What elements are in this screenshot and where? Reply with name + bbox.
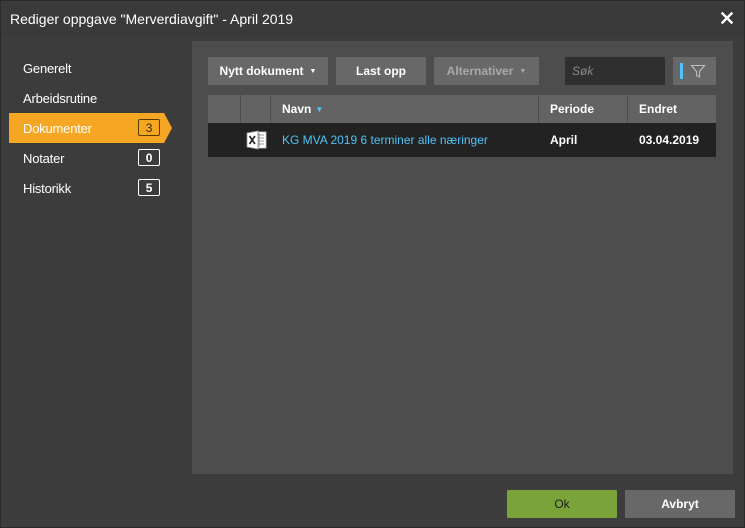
table-header: Navn ▼ Periode Endret	[208, 95, 716, 123]
sidebar-item-label: Generelt	[23, 60, 72, 76]
close-icon[interactable]	[720, 11, 734, 25]
ok-button[interactable]: Ok	[507, 490, 617, 518]
sidebar-item-label: Dokumenter	[23, 120, 92, 136]
sidebar-item-label: Notater	[23, 150, 65, 166]
excel-icon	[246, 130, 267, 150]
cancel-button[interactable]: Avbryt	[625, 490, 735, 518]
row-period-cell: April	[539, 123, 628, 157]
filter-button[interactable]	[673, 57, 716, 85]
sidebar: Generelt Arbeidsrutine Dokumenter 3 Nota…	[1, 53, 181, 203]
count-badge: 5	[138, 179, 160, 196]
sidebar-item-label: Historikk	[23, 180, 72, 196]
column-header-changed[interactable]: Endret	[628, 95, 716, 123]
new-document-label: Nytt dokument	[219, 64, 304, 78]
dialog-titlebar: Rediger oppgave "Merverdiavgift" - April…	[1, 1, 744, 37]
filter-icon	[690, 64, 706, 78]
sidebar-item-arbeidsrutine[interactable]: Arbeidsrutine	[1, 83, 164, 113]
column-header-type[interactable]	[241, 95, 271, 123]
ok-label: Ok	[554, 497, 570, 511]
sidebar-item-label: Arbeidsrutine	[23, 90, 97, 106]
sidebar-item-dokumenter[interactable]: Dokumenter 3	[9, 113, 172, 143]
cancel-label: Avbryt	[661, 497, 699, 511]
alternatives-button[interactable]: Alternativer ▼	[434, 57, 539, 85]
count-badge: 0	[138, 149, 160, 166]
upload-label: Last opp	[356, 64, 406, 78]
sidebar-item-generelt[interactable]: Generelt	[1, 53, 164, 83]
upload-button[interactable]: Last opp	[336, 57, 426, 85]
row-select-cell[interactable]	[208, 123, 241, 157]
caret-down-icon: ▼	[309, 67, 317, 75]
document-link[interactable]: KG MVA 2019 6 terminer alle næringer	[282, 133, 488, 147]
column-header-name[interactable]: Navn ▼	[271, 95, 539, 123]
count-badge: 3	[138, 119, 160, 136]
column-header-period[interactable]: Periode	[539, 95, 628, 123]
table-row[interactable]: KG MVA 2019 6 terminer alle næringer Apr…	[208, 123, 716, 157]
sort-desc-icon: ▼	[315, 104, 324, 114]
sidebar-item-notater[interactable]: Notater 0	[1, 143, 164, 173]
period-value: April	[550, 133, 578, 147]
documents-table: Navn ▼ Periode Endret KG MVA 2019 6 term…	[208, 95, 716, 157]
row-name-cell[interactable]: KG MVA 2019 6 terminer alle næringer	[271, 123, 539, 157]
caret-down-icon: ▼	[519, 67, 527, 75]
row-changed-cell: 03.04.2019	[628, 123, 716, 157]
alternatives-label: Alternativer	[446, 64, 514, 78]
column-header-label: Endret	[639, 102, 678, 116]
changed-value: 03.04.2019	[639, 133, 700, 147]
filter-active-indicator	[680, 63, 683, 79]
documents-panel: Nytt dokument ▼ Last opp Alternativer ▼ …	[192, 41, 733, 474]
row-type-cell	[241, 123, 271, 157]
edit-task-dialog: Rediger oppgave "Merverdiavgift" - April…	[0, 0, 745, 528]
sidebar-item-historikk[interactable]: Historikk 5	[1, 173, 164, 203]
column-header-select[interactable]	[208, 95, 241, 123]
dialog-title: Rediger oppgave "Merverdiavgift" - April…	[10, 11, 294, 27]
column-header-label: Navn	[282, 102, 312, 116]
new-document-button[interactable]: Nytt dokument ▼	[208, 57, 328, 85]
column-header-label: Periode	[550, 102, 595, 116]
search-input[interactable]	[565, 57, 665, 85]
